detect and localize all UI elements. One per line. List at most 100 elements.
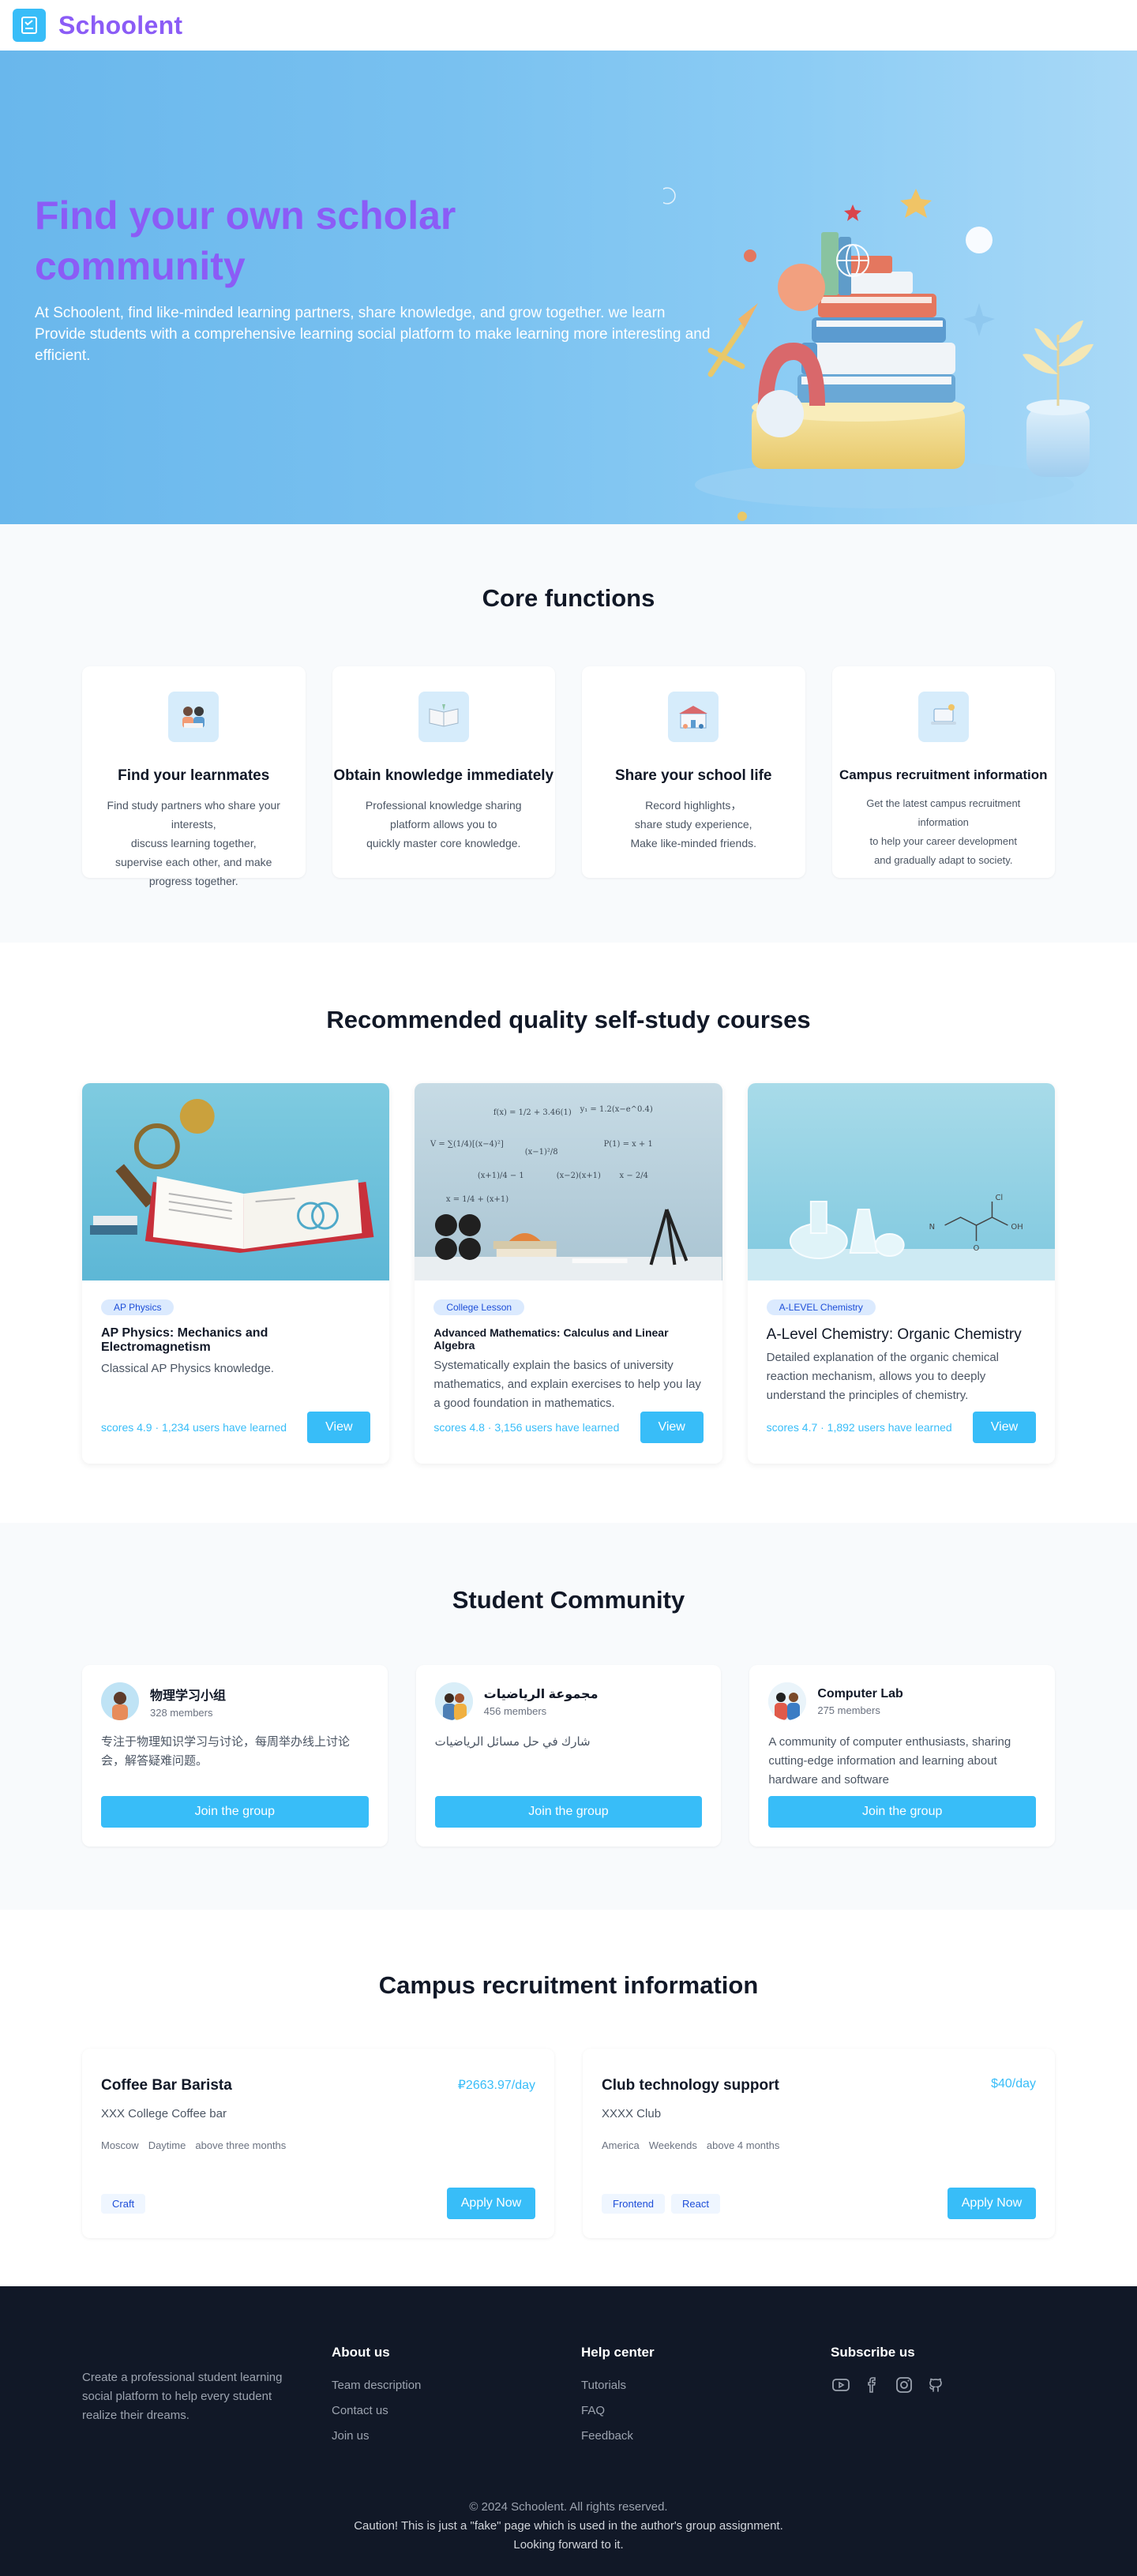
view-button[interactable]: View [307,1412,371,1443]
hero-subtitle: At Schoolent, find like-minded learning … [35,305,711,364]
copyright: © 2024 Schoolent. All rights reserved. [469,2500,668,2514]
group-name[interactable]: مجموعة الرياضيات [484,1686,599,1702]
job-duration: above three months [195,2139,287,2151]
feature-card[interactable]: Share your school life Record highlights… [582,666,805,878]
job-card[interactable]: Club technology support $40/day XXXX Clu… [583,2049,1055,2238]
facebook-icon[interactable] [862,2375,883,2395]
footer-link-tutorials[interactable]: Tutorials [581,2373,655,2398]
job-info: Moscow Daytime above three months [101,2139,535,2151]
section-title: Campus recruitment information [378,1971,759,1999]
course-image: N Cl O OH [747,1083,1055,1281]
course-card[interactable]: AP Physics AP Physics: Mechanics and Ele… [82,1083,390,1464]
group-desc: 专注于物理知识学习与讨论，每周举办线上讨论会，解答疑难问题。 [101,1735,351,1768]
core-functions-section: Core functions Find your learnmates Find… [0,524,1137,943]
course-desc: Systematically explain the basics of uni… [433,1359,701,1410]
job-pay: $40/day [991,2077,1036,2090]
course-title[interactable]: AP Physics: Mechanics and Electromagneti… [101,1326,370,1355]
book-open-icon [418,692,469,742]
course-card[interactable]: f(x) = 1/2 + 3.46(1) y₁ = 1.2(x−e^0.4) V… [415,1083,722,1464]
job-pay: ₽2663.97/day [457,2079,535,2092]
feature-name: Find your learnmates [118,767,270,784]
course-title[interactable]: Advanced Mathematics: Calculus and Linea… [433,1326,703,1352]
brand-name[interactable]: Schoolent [58,11,182,40]
feature-card[interactable]: Obtain knowledge immediately Professiona… [332,666,555,878]
footer-help-center: Help center Tutorials FAQ Feedback [581,2345,655,2449]
svg-text:Cl: Cl [995,1194,1003,1202]
feature-name: Share your school life [615,767,772,784]
feature-name: Campus recruitment information [839,767,1048,782]
view-button[interactable]: View [640,1412,704,1443]
svg-text:(x−1)²/8: (x−1)²/8 [525,1148,558,1157]
group-card[interactable]: Computer Lab 275 members A community of … [749,1665,1056,1847]
svg-text:x − 2/4: x − 2/4 [620,1172,648,1180]
feature-name: Obtain knowledge immediately [333,767,554,784]
footer-link-join[interactable]: Join us [332,2424,421,2449]
course-tag: AP Physics [101,1299,174,1315]
join-group-button[interactable]: Join the group [434,1796,703,1828]
github-icon[interactable] [925,2375,946,2395]
apply-now-button[interactable]: Apply Now [447,2188,535,2219]
footer-link-team[interactable]: Team description [332,2373,421,2398]
footer-link-feedback[interactable]: Feedback [581,2424,655,2449]
svg-text:O: O [973,1244,979,1253]
job-tag: Frontend [602,2193,666,2214]
hero-text: Find your own scholar community At Schoo… [35,190,730,366]
footer-heading: Help center [581,2345,655,2360]
feature-desc: Get the latest campus recruitment inform… [866,797,1021,866]
job-duration: above 4 months [706,2139,780,2151]
group-card[interactable]: مجموعة الرياضيات 456 members شارك في حل … [415,1665,722,1847]
job-location: America [602,2139,640,2151]
instagram-icon[interactable] [894,2375,914,2395]
footer-caution: Caution! This is just a "fake" page whic… [354,2519,783,2533]
feature-desc: Professional knowledge sharing platform … [365,799,522,849]
footer-subscribe: Subscribe us [831,2345,946,2395]
svg-text:(x−2)(x+1): (x−2)(x+1) [557,1172,601,1180]
svg-text:V = ∑(1/4)[(x−4)²]: V = ∑(1/4)[(x−4)²] [430,1140,504,1149]
hero-illustration [663,187,1094,521]
recruitment-section: Campus recruitment information Coffee Ba… [0,1910,1137,2286]
footer-link-faq[interactable]: FAQ [581,2398,655,2424]
feature-card[interactable]: Find your learnmates Find study partners… [82,666,306,887]
group-card[interactable]: 物理学习小组 328 members 专注于物理知识学习与讨论，每周举办线上讨论… [82,1665,388,1847]
svg-text:f(x) = 1/2 + 3.46(1): f(x) = 1/2 + 3.46(1) [493,1108,572,1117]
svg-text:P(1) = x + 1: P(1) = x + 1 [604,1140,653,1149]
view-button[interactable]: View [972,1412,1036,1443]
join-group-button[interactable]: Join the group [101,1796,369,1828]
group-avatar [768,1682,807,1720]
group-member-count: 328 members [150,1706,213,1719]
hero-title: Find your own scholar community [35,193,456,288]
course-title[interactable]: A-Level Chemistry: Organic Chemistry [767,1326,1036,1344]
course-card[interactable]: N Cl O OH A-LEVEL Chemistry A-Level Chemist… [747,1083,1055,1464]
job-title[interactable]: Coffee Bar Barista [101,2077,232,2094]
group-name[interactable]: 物理学习小组 [150,1685,226,1704]
apply-now-button[interactable]: Apply Now [948,2188,1036,2219]
footer-bottom: © 2024 Schoolent. All rights reserved. C… [0,2498,1137,2555]
course-tag: A-LEVEL Chemistry [766,1299,876,1315]
footer-heading: Subscribe us [831,2345,915,2360]
job-company: XXXX Club [602,2107,662,2120]
course-desc: Detailed explanation of the organic chem… [766,1351,1000,1402]
svg-text:(x+1)/4 − 1: (x+1)/4 − 1 [478,1172,524,1180]
job-card[interactable]: Coffee Bar Barista ₽2663.97/day XXX Coll… [82,2049,554,2238]
hero-banner: Find your own scholar community At Schoo… [0,51,1137,524]
site-footer: Create a professional student learning s… [0,2286,1137,2576]
school-icon [668,692,719,742]
svg-text:N: N [929,1223,934,1232]
book-icon[interactable] [13,9,46,42]
job-time: Daytime [148,2139,186,2151]
feature-card[interactable]: Campus recruitment information Get the l… [831,666,1055,878]
job-title[interactable]: Club technology support [602,2077,779,2094]
footer-heading: About us [332,2345,390,2360]
footer-link-contact[interactable]: Contact us [332,2398,421,2424]
job-location: Moscow [101,2139,139,2151]
course-meta: scores 4.8 · 3,156 users have learned [433,1421,620,1434]
feature-desc: Find study partners who share your inter… [107,799,280,887]
youtube-icon[interactable] [831,2375,851,2395]
section-title: Student Community [452,1586,685,1614]
group-name[interactable]: Computer Lab [817,1687,902,1701]
group-desc: A community of computer enthusiasts, sha… [768,1735,1011,1787]
join-group-button[interactable]: Join the group [768,1796,1037,1828]
laptop-icon [917,692,969,742]
section-title: Recommended quality self-study courses [326,1006,811,1033]
svg-text:y₁ = 1.2(x−e^0.4): y₁ = 1.2(x−e^0.4) [580,1105,653,1114]
